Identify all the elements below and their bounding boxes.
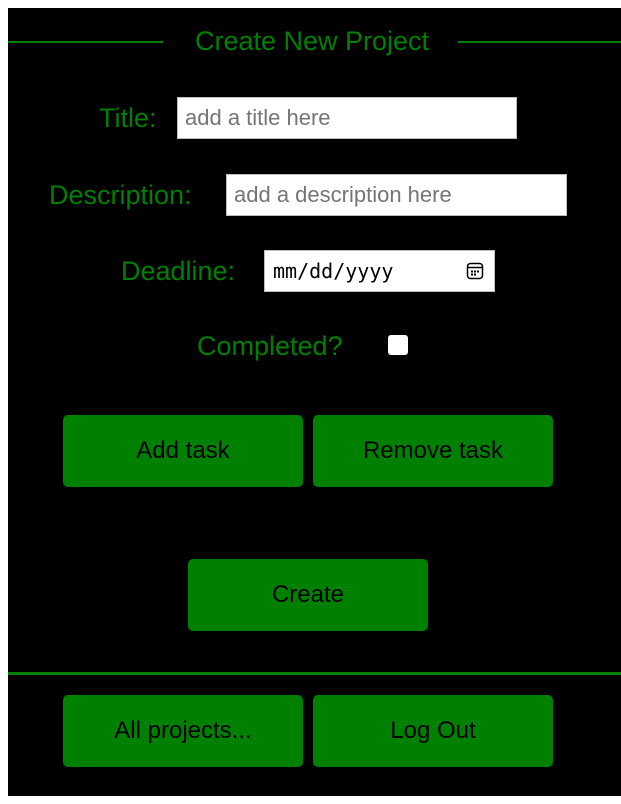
title-row: Title: add a title here	[8, 97, 621, 141]
description-label: Description:	[49, 180, 192, 210]
footer-divider	[8, 672, 621, 675]
deadline-label: Deadline:	[121, 256, 236, 286]
legend-line-right	[458, 41, 621, 43]
add-task-button[interactable]: Add task	[63, 415, 303, 487]
legend-line-left	[8, 41, 163, 43]
all-projects-button[interactable]: All projects...	[63, 695, 303, 767]
title-label: Title:	[99, 103, 157, 133]
remove-task-button[interactable]: Remove task	[313, 415, 553, 487]
deadline-input[interactable]: mm/dd/yyyy	[264, 250, 495, 292]
completed-row: Completed?	[8, 326, 621, 370]
completed-checkbox[interactable]	[388, 335, 408, 355]
logout-button[interactable]: Log Out	[313, 695, 553, 767]
deadline-value: mm/dd/yyyy	[273, 259, 394, 283]
deadline-row: Deadline: mm/dd/yyyy	[8, 250, 621, 294]
create-project-form: Create New Project Title: add a title he…	[8, 8, 621, 668]
form-legend: Create New Project	[8, 16, 621, 56]
page-panel: Create New Project Title: add a title he…	[8, 8, 621, 796]
description-row: Description: add a description here	[8, 174, 621, 218]
title-input[interactable]: add a title here	[177, 97, 517, 139]
form-title: Create New Project	[194, 26, 430, 56]
description-input[interactable]: add a description here	[226, 174, 567, 216]
calendar-icon[interactable]	[466, 262, 484, 280]
create-button[interactable]: Create	[188, 559, 428, 631]
completed-label: Completed?	[197, 331, 343, 361]
